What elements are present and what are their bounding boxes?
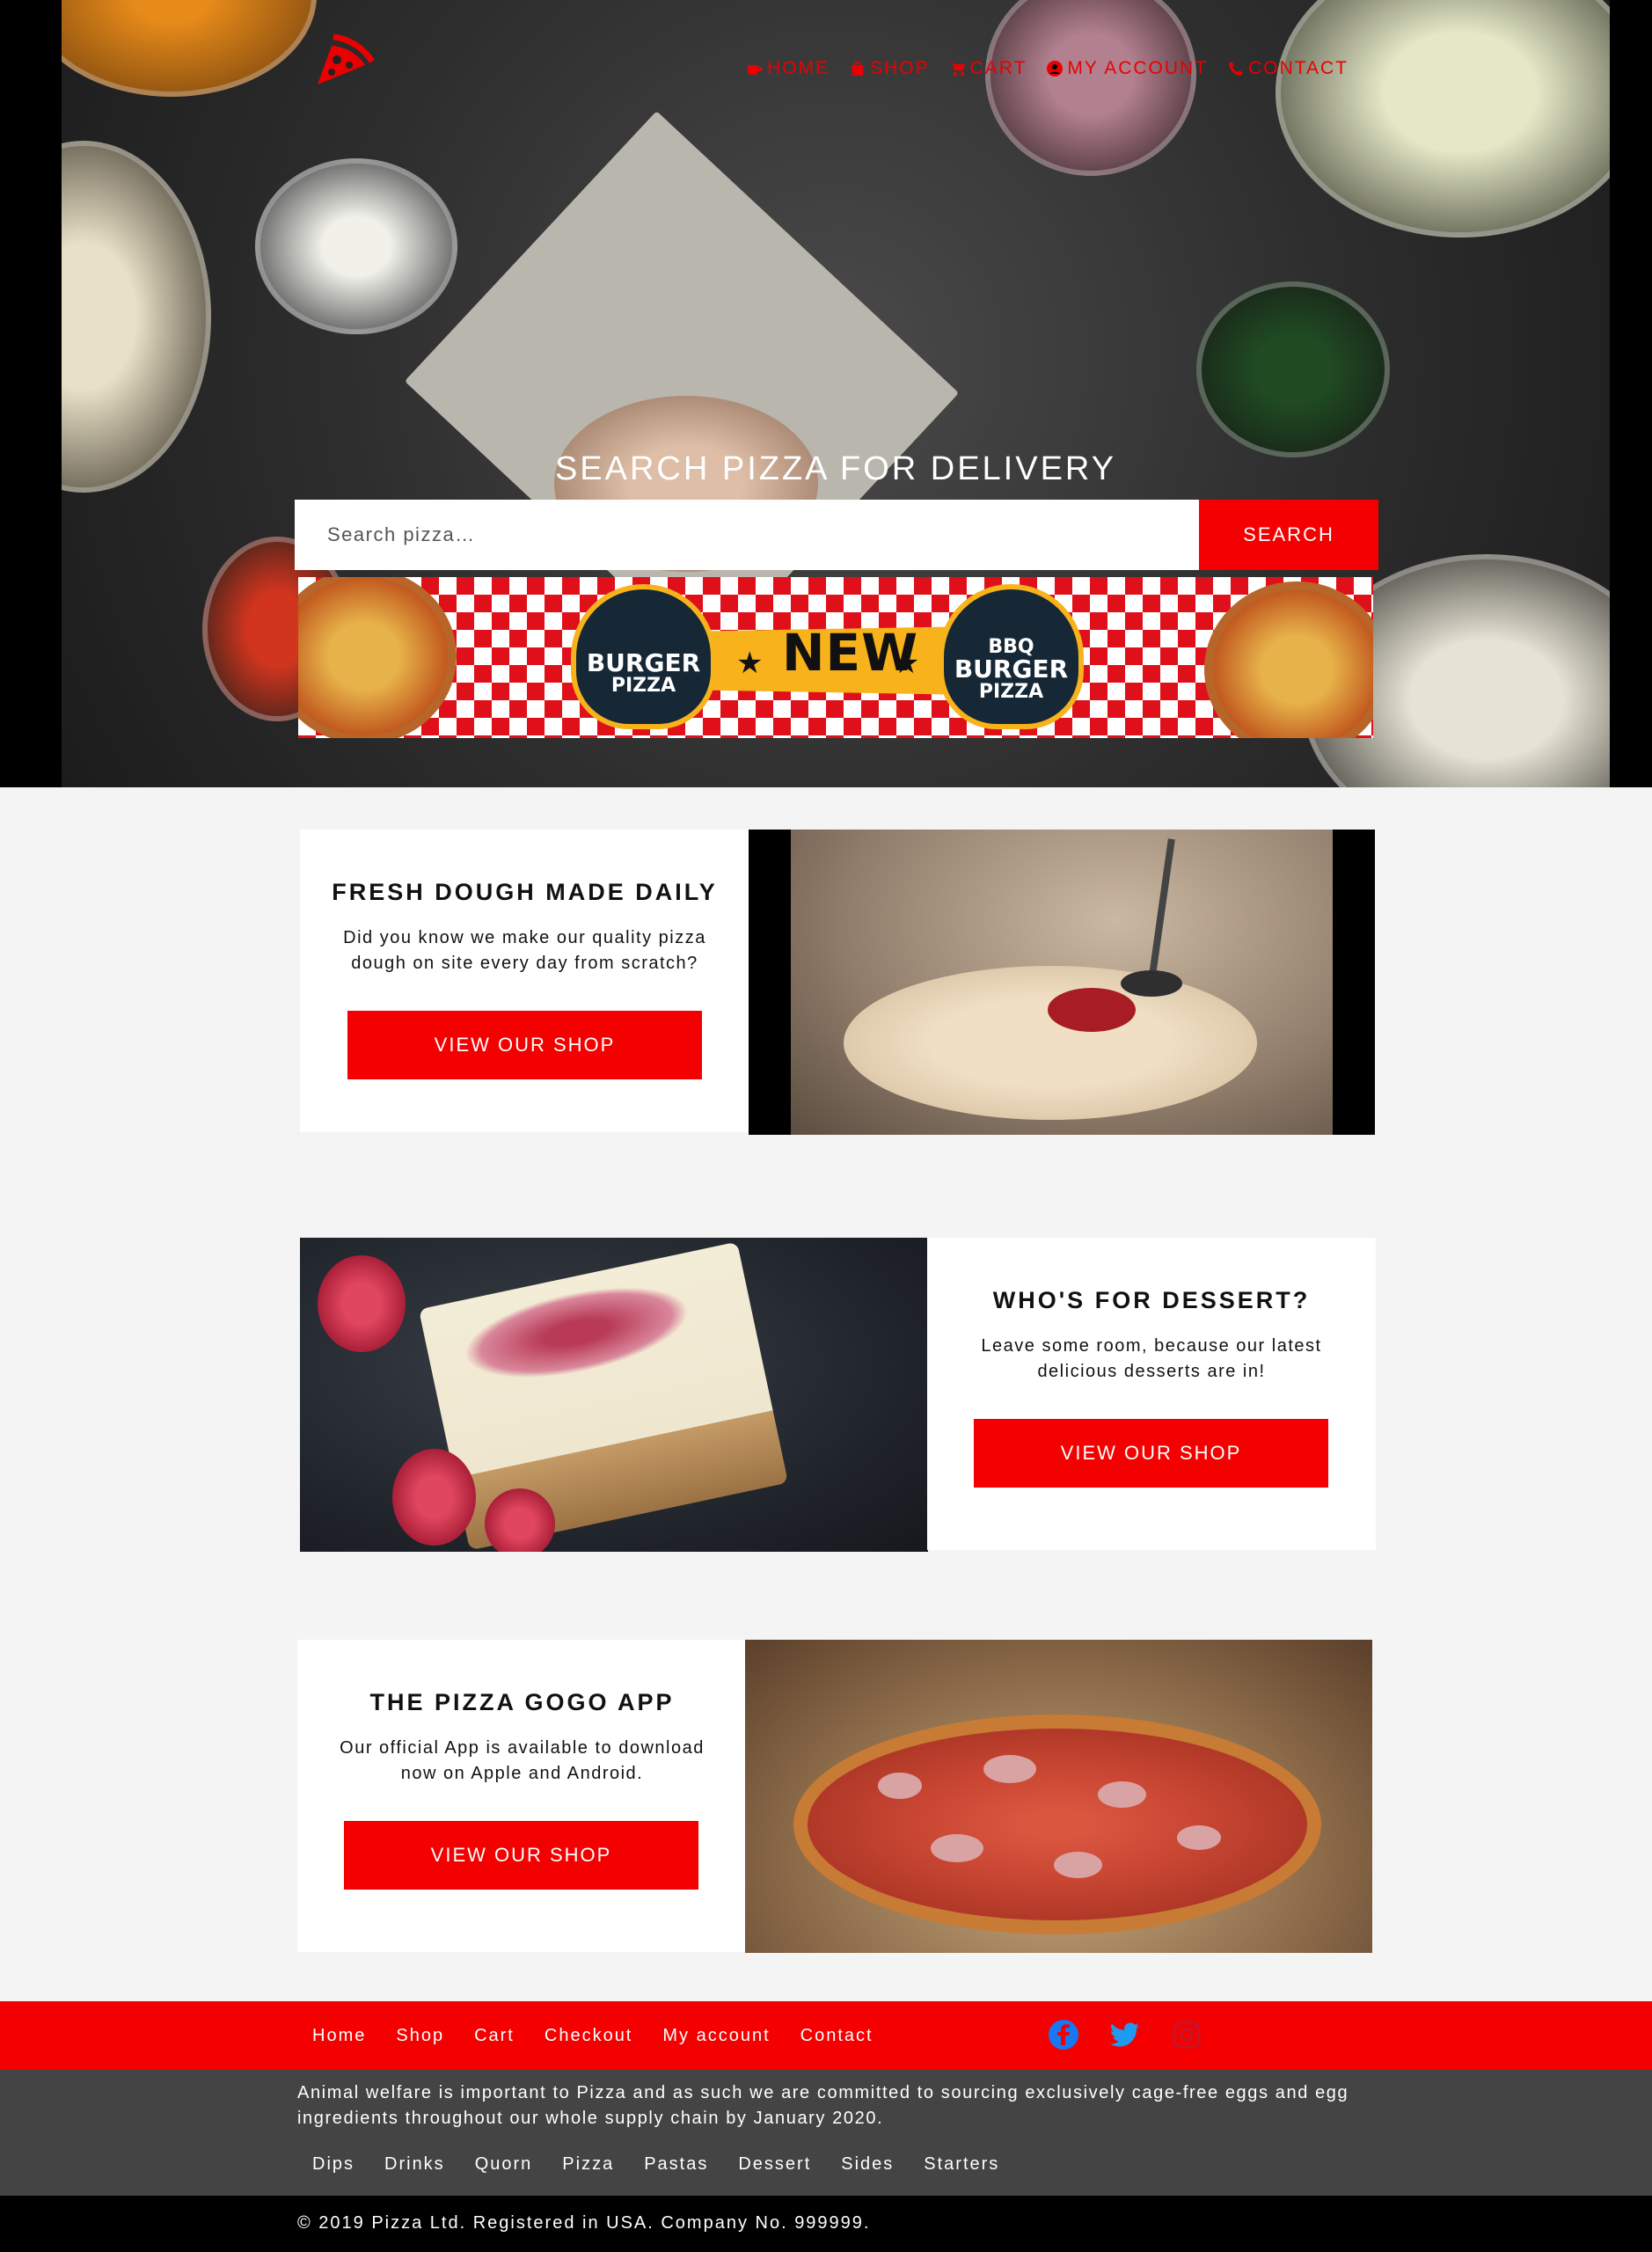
promo-text: WHO'S FOR DESSERT? Leave some room, beca… <box>927 1287 1376 1385</box>
view-shop-button[interactable]: VIEW OUR SHOP <box>974 1419 1328 1488</box>
category-drinks[interactable]: Drinks <box>369 2154 460 2175</box>
category-sides[interactable]: Sides <box>826 2154 909 2175</box>
category-quorn[interactable]: Quorn <box>460 2154 548 2175</box>
promo-title: THE PIZZA GOGO APP <box>369 1689 675 1715</box>
banner-new-label: NEW <box>782 623 919 683</box>
promo-title: FRESH DOUGH MADE DAILY <box>332 879 718 905</box>
dessert-image <box>300 1238 928 1552</box>
search-button[interactable]: SEARCH <box>1199 500 1378 570</box>
hero-title: SEARCH PIZZA FOR DELIVERY <box>554 450 1117 487</box>
pizza-logo-icon[interactable] <box>312 26 376 90</box>
animal-welfare-text: Animal welfare is important to Pizza and… <box>297 2083 1349 2128</box>
facebook-icon[interactable] <box>1048 2019 1079 2051</box>
promo-banner[interactable]: ★ ★ NEW BURGER PIZZA BBQ BURGER PIZZA <box>298 577 1373 738</box>
promo-title: WHO'S FOR DESSERT? <box>992 1287 1311 1313</box>
footer-link-checkout[interactable]: Checkout <box>530 2026 648 2046</box>
nav-my-account[interactable]: MY ACCOUNT <box>1046 58 1208 79</box>
footer-link-home[interactable]: Home <box>297 2026 381 2046</box>
nav-contact-label: CONTACT <box>1248 58 1349 78</box>
promo-description: Leave some room, because our latest deli… <box>981 1336 1322 1381</box>
shopping-bag-icon <box>852 62 865 76</box>
dough-video[interactable] <box>749 830 1375 1135</box>
search-input[interactable] <box>295 500 1199 570</box>
star-icon: ★ <box>736 647 764 680</box>
shopping-cart-icon <box>949 62 965 76</box>
copyright-text: © 2019 Pizza Ltd. Registered in USA. Com… <box>297 2213 871 2233</box>
badge-right-line1: BURGER <box>954 654 1069 684</box>
hero-section: HOME SHOP CART MY ACCOUNT CONTACT SEARCH… <box>0 0 1652 787</box>
dough-video-frame <box>791 830 1333 1135</box>
category-pizza[interactable]: Pizza <box>547 2154 629 2175</box>
footer-nav-bar: Home Shop Cart Checkout My account Conta… <box>0 2001 1652 2070</box>
pizza-image <box>745 1640 1372 1953</box>
nav-contact[interactable]: CONTACT <box>1227 58 1349 79</box>
footer-link-my-account[interactable]: My account <box>647 2026 785 2046</box>
footer-link-contact[interactable]: Contact <box>786 2026 888 2046</box>
nav-my-account-label: MY ACCOUNT <box>1067 58 1209 78</box>
banner-pizza-right <box>1204 581 1373 738</box>
bbq-burger-pizza-badge: BBQ BURGER PIZZA <box>939 584 1084 729</box>
banner-pizza-left <box>298 577 457 738</box>
promo-card-dessert: WHO'S FOR DESSERT? Leave some room, beca… <box>927 1238 1376 1550</box>
nav-cart-label: CART <box>969 58 1027 78</box>
main-nav: HOME SHOP CART MY ACCOUNT CONTACT <box>746 58 1349 79</box>
view-shop-button[interactable]: VIEW OUR SHOP <box>347 1011 702 1079</box>
coffee-cup-icon <box>748 65 763 75</box>
category-dips[interactable]: Dips <box>297 2154 369 2175</box>
promo-description: Did you know we make our quality pizza d… <box>343 928 706 973</box>
footer-categories: Dips Drinks Quorn Pizza Pastas Dessert S… <box>297 2154 1014 2175</box>
category-dessert[interactable]: Dessert <box>723 2154 826 2175</box>
user-circle-icon <box>1047 61 1064 77</box>
instagram-icon[interactable] <box>1171 2019 1202 2051</box>
promo-description: Our official App is available to downloa… <box>340 1738 705 1783</box>
promo-card-dough: FRESH DOUGH MADE DAILY Did you know we m… <box>300 830 749 1132</box>
search-bar: SEARCH <box>295 500 1378 570</box>
view-shop-button[interactable]: VIEW OUR SHOP <box>344 1821 698 1890</box>
category-starters[interactable]: Starters <box>909 2154 1014 2175</box>
footer-link-shop[interactable]: Shop <box>381 2026 459 2046</box>
burger-pizza-badge: BURGER PIZZA <box>571 584 716 729</box>
badge-right-line2: PIZZA <box>978 681 1044 703</box>
nav-shop[interactable]: SHOP <box>849 58 930 79</box>
footer-info: Animal welfare is important to Pizza and… <box>0 2070 1652 2196</box>
footer-copyright-bar: © 2019 Pizza Ltd. Registered in USA. Com… <box>0 2196 1652 2252</box>
nav-home[interactable]: HOME <box>746 58 830 79</box>
twitter-icon[interactable] <box>1109 2019 1141 2051</box>
nav-shop-label: SHOP <box>870 58 930 78</box>
footer-links: Home Shop Cart Checkout My account Conta… <box>297 2001 888 2070</box>
promo-text: THE PIZZA GOGO APP Our official App is a… <box>297 1689 747 1787</box>
promo-text: FRESH DOUGH MADE DAILY Did you know we m… <box>300 879 749 976</box>
badge-left-line1: BURGER <box>586 648 701 677</box>
nav-cart[interactable]: CART <box>949 58 1027 79</box>
phone-icon <box>1229 62 1244 76</box>
category-pastas[interactable]: Pastas <box>629 2154 723 2175</box>
promo-card-app: THE PIZZA GOGO APP Our official App is a… <box>297 1640 747 1952</box>
badge-left-line2: PIZZA <box>610 675 676 697</box>
footer-link-cart[interactable]: Cart <box>459 2026 530 2046</box>
nav-home-label: HOME <box>767 58 830 78</box>
